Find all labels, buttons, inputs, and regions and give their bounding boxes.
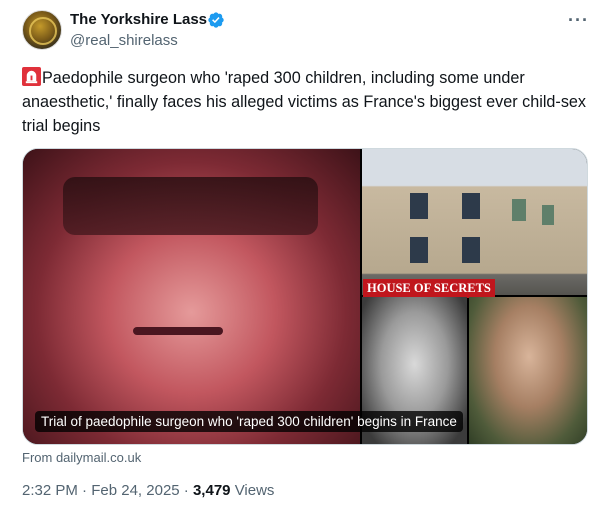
views-count: 3,479 <box>192 482 231 499</box>
house-window <box>410 193 428 219</box>
tweet-text-body: Paedophile surgeon who 'raped 300 childr… <box>22 69 587 135</box>
tweet-text: Paedophile surgeon who 'raped 300 childr… <box>22 66 587 138</box>
house-window <box>462 193 480 219</box>
meta-separator: · <box>82 482 88 499</box>
house-of-secrets-label: HOUSE OF SECRETS <box>363 279 495 298</box>
tweet: The Yorkshire Lass @real_shirelass ··· P… <box>0 0 603 510</box>
card-image-surgeon <box>23 149 360 444</box>
card-caption: Trial of paedophile surgeon who 'raped 3… <box>35 411 463 432</box>
link-card[interactable]: HOUSE OF SECRETS Trial of paedophile sur… <box>22 148 588 445</box>
card-image-house <box>362 149 587 295</box>
glasses-shape <box>63 177 318 235</box>
more-horizontal-icon[interactable]: ··· <box>568 10 589 31</box>
author-name[interactable]: The Yorkshire Lass <box>70 11 207 28</box>
avatar-logo-ring <box>29 17 57 45</box>
tweet-meta: 2:32 PM · Feb 24, 2025 · 3,479 Views <box>22 482 274 499</box>
author-handle[interactable]: @real_shirelass <box>70 32 178 49</box>
mouth-shape <box>133 327 223 335</box>
house-window <box>462 237 480 263</box>
views-label: Views <box>234 482 275 499</box>
house-shutter <box>512 199 526 221</box>
house-shutter <box>542 205 554 225</box>
verified-badge-icon <box>208 12 224 28</box>
meta-separator: · <box>183 482 189 499</box>
siren-emoji-icon <box>22 67 41 86</box>
avatar[interactable] <box>22 10 62 50</box>
card-image-man <box>469 297 587 444</box>
tweet-date[interactable]: Feb 24, 2025 <box>91 482 179 499</box>
tweet-time[interactable]: 2:32 PM <box>22 482 78 499</box>
card-source[interactable]: From dailymail.co.uk <box>22 450 141 465</box>
house-window <box>410 237 428 263</box>
